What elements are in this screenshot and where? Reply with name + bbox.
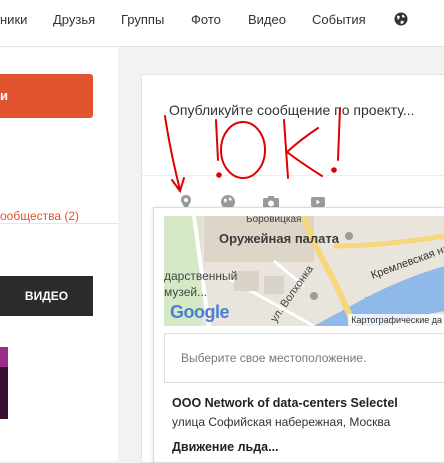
nav-item-videos[interactable]: Видео: [248, 12, 286, 27]
primary-action-label: и: [0, 88, 8, 103]
top-navigation: ники Друзья Группы Фото Видео События: [0, 0, 444, 47]
map-credits: Картографические да: [348, 314, 444, 326]
location-search-placeholder: Выберите свое местоположение.: [181, 351, 367, 365]
location-picker-popup: Боровицкая Оружейная палата дарственный …: [153, 207, 444, 463]
location-result-subtitle: улица Софийская набережная, Москва: [172, 415, 391, 429]
globe-icon[interactable]: [394, 12, 408, 26]
map-label-museum: дарственный музей...: [164, 269, 238, 299]
video-thumbnail-highlight: [0, 347, 8, 367]
map-label-borovitskaya: Боровицкая: [246, 216, 302, 225]
google-logo: Google: [170, 302, 230, 322]
nav-item-groups[interactable]: Группы: [121, 12, 164, 27]
nav-item-friends[interactable]: Друзья: [53, 12, 95, 27]
location-result-title[interactable]: Движение льда...: [172, 440, 279, 454]
map[interactable]: Боровицкая Оружейная палата дарственный …: [164, 216, 444, 326]
nav-item-events[interactable]: События: [312, 12, 366, 27]
video-button[interactable]: ВИДЕО: [0, 276, 93, 316]
post-input-placeholder[interactable]: Опубликуйте сообщение по проекту...: [169, 102, 414, 118]
left-sidebar: и ообщества (2) ВИДЕО: [0, 47, 118, 461]
nav-item-photos[interactable]: Фото: [191, 12, 221, 27]
primary-action-button[interactable]: и: [0, 74, 93, 118]
sidebar-divider: [0, 223, 118, 224]
communities-link[interactable]: ообщества (2): [0, 209, 79, 223]
location-search-input[interactable]: Выберите свое местоположение.: [164, 333, 444, 383]
map-label-armoury: Оружейная палата: [219, 231, 339, 246]
nav-item-messages[interactable]: ники: [0, 12, 27, 27]
location-result-title[interactable]: OOO Network of data-centers Selectel: [172, 396, 398, 410]
composer-divider: [142, 175, 444, 176]
